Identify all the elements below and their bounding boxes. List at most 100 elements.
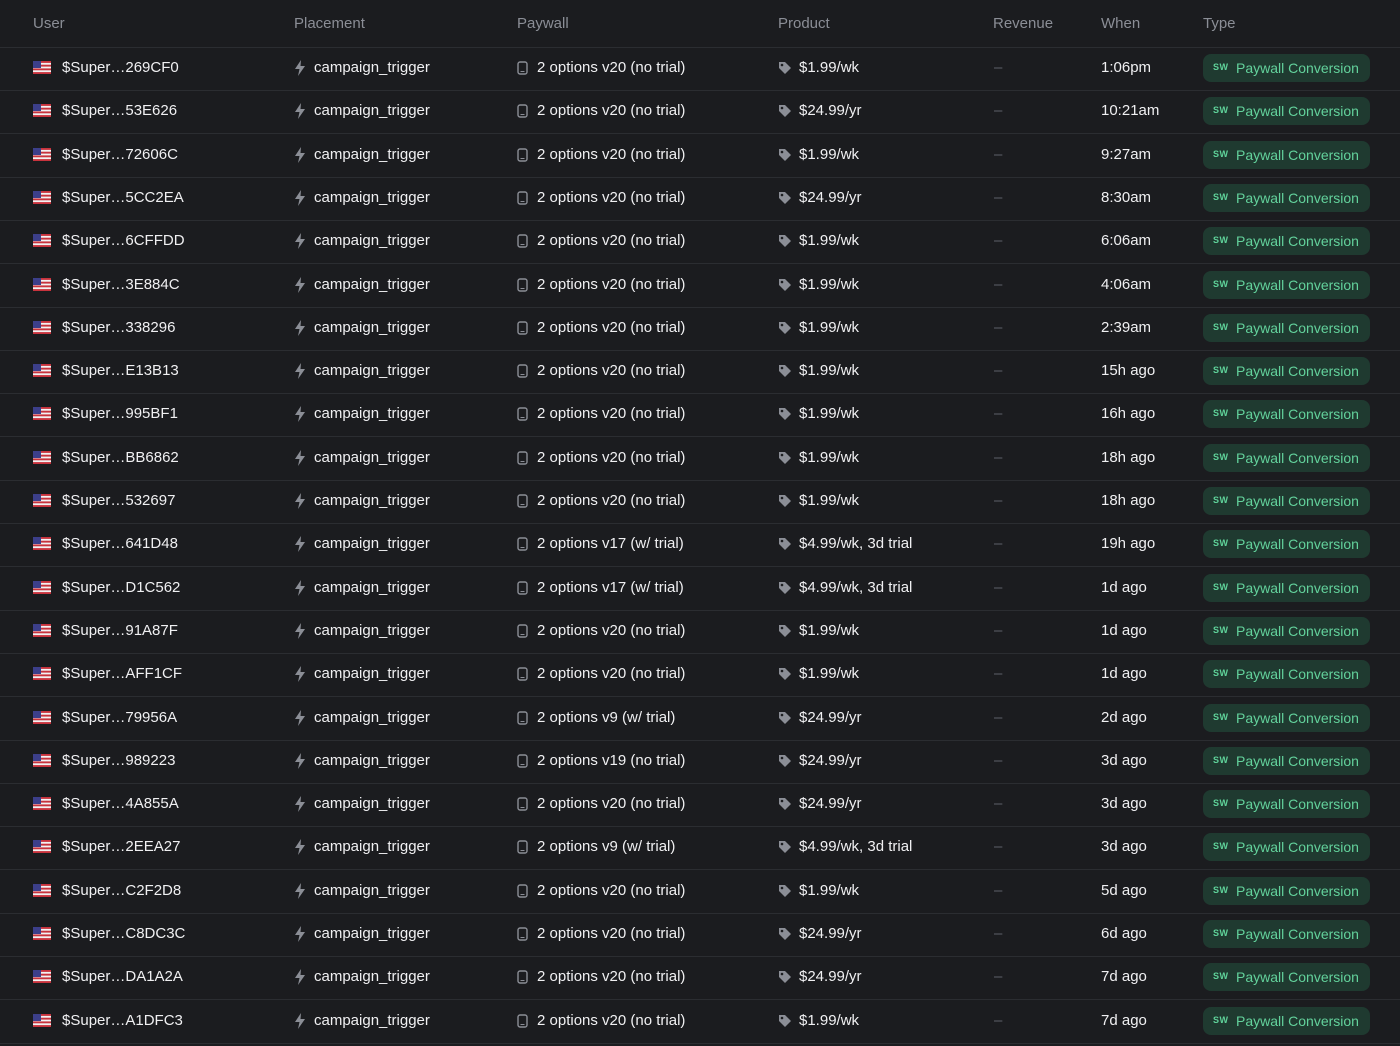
placement-name[interactable]: campaign_trigger xyxy=(314,319,430,336)
placement-name[interactable]: campaign_trigger xyxy=(314,752,430,769)
paywall-name[interactable]: 2 options v20 (no trial) xyxy=(537,925,685,942)
placement-name[interactable]: campaign_trigger xyxy=(314,146,430,163)
user-id[interactable]: $Super…532697 xyxy=(62,492,175,509)
product-name[interactable]: $4.99/wk, 3d trial xyxy=(799,838,912,855)
user-id[interactable]: $Super…D1C562 xyxy=(62,579,180,596)
type-badge[interactable]: SW Paywall Conversion xyxy=(1203,140,1370,169)
placement-name[interactable]: campaign_trigger xyxy=(314,492,430,509)
type-badge[interactable]: SW Paywall Conversion xyxy=(1203,530,1370,559)
type-badge[interactable]: SW Paywall Conversion xyxy=(1203,703,1370,732)
placement-name[interactable]: campaign_trigger xyxy=(314,535,430,552)
product-name[interactable]: $1.99/wk xyxy=(799,622,859,639)
product-name[interactable]: $24.99/yr xyxy=(799,102,862,119)
product-name[interactable]: $1.99/wk xyxy=(799,1012,859,1029)
paywall-name[interactable]: 2 options v20 (no trial) xyxy=(537,59,685,76)
type-badge[interactable]: SW Paywall Conversion xyxy=(1203,833,1370,862)
type-badge[interactable]: SW Paywall Conversion xyxy=(1203,920,1370,948)
type-badge[interactable]: SW Paywall Conversion xyxy=(1203,443,1370,472)
paywall-name[interactable]: 2 options v20 (no trial) xyxy=(537,146,685,163)
paywall-name[interactable]: 2 options v20 (no trial) xyxy=(537,232,685,249)
table-row[interactable]: $Super…3E884C campaign_trigger 2 options… xyxy=(0,264,1400,308)
column-header-product[interactable]: Product xyxy=(778,15,830,32)
user-id[interactable]: $Super…4A855A xyxy=(62,795,179,812)
paywall-name[interactable]: 2 options v20 (no trial) xyxy=(537,492,685,509)
type-badge[interactable]: SW Paywall Conversion xyxy=(1203,616,1370,645)
placement-name[interactable]: campaign_trigger xyxy=(314,276,430,293)
type-badge[interactable]: SW Paywall Conversion xyxy=(1203,400,1370,429)
user-id[interactable]: $Super…A1DFC3 xyxy=(62,1012,183,1029)
user-id[interactable]: $Super…DA1A2A xyxy=(62,968,183,985)
table-row[interactable]: $Super…BB6862 campaign_trigger 2 options… xyxy=(0,437,1400,481)
placement-name[interactable]: campaign_trigger xyxy=(314,449,430,466)
table-row[interactable]: $Super…AFF1CF campaign_trigger 2 options… xyxy=(0,653,1400,698)
type-badge[interactable]: SW Paywall Conversion xyxy=(1203,227,1370,256)
user-id[interactable]: $Super…6CFFDD xyxy=(62,232,185,249)
table-row[interactable]: $Super…53E626 campaign_trigger 2 options… xyxy=(0,90,1400,135)
table-row[interactable]: $Super…A1DFC3 campaign_trigger 2 options… xyxy=(0,1000,1400,1044)
column-header-type[interactable]: Type xyxy=(1203,15,1236,32)
user-id[interactable]: $Super…79956A xyxy=(62,709,177,726)
product-name[interactable]: $4.99/wk, 3d trial xyxy=(799,535,912,552)
product-name[interactable]: $24.99/yr xyxy=(799,189,862,206)
column-header-placement[interactable]: Placement xyxy=(294,15,365,32)
placement-name[interactable]: campaign_trigger xyxy=(314,59,430,76)
table-row[interactable]: $Super…989223 campaign_trigger 2 options… xyxy=(0,740,1400,784)
paywall-name[interactable]: 2 options v20 (no trial) xyxy=(537,362,685,379)
column-header-user[interactable]: User xyxy=(33,15,65,32)
type-badge[interactable]: SW Paywall Conversion xyxy=(1203,746,1370,775)
table-row[interactable]: $Super…995BF1 campaign_trigger 2 options… xyxy=(0,393,1400,438)
table-row[interactable]: $Super…C8DC3C campaign_trigger 2 options… xyxy=(0,913,1400,957)
user-id[interactable]: $Super…C8DC3C xyxy=(62,925,185,942)
table-row[interactable]: $Super…D1C562 campaign_trigger 2 options… xyxy=(0,567,1400,611)
product-name[interactable]: $1.99/wk xyxy=(799,665,859,682)
table-row[interactable]: $Super…338296 campaign_trigger 2 options… xyxy=(0,307,1400,351)
paywall-name[interactable]: 2 options v20 (no trial) xyxy=(537,795,685,812)
paywall-name[interactable]: 2 options v20 (no trial) xyxy=(537,882,685,899)
product-name[interactable]: $1.99/wk xyxy=(799,405,859,422)
table-row[interactable]: $Super…72606C campaign_trigger 2 options… xyxy=(0,134,1400,178)
product-name[interactable]: $24.99/yr xyxy=(799,709,862,726)
product-name[interactable]: $1.99/wk xyxy=(799,146,859,163)
user-id[interactable]: $Super…72606C xyxy=(62,146,178,163)
type-badge[interactable]: SW Paywall Conversion xyxy=(1203,97,1370,126)
paywall-name[interactable]: 2 options v20 (no trial) xyxy=(537,102,685,119)
paywall-name[interactable]: 2 options v20 (no trial) xyxy=(537,449,685,466)
type-badge[interactable]: SW Paywall Conversion xyxy=(1203,660,1370,689)
type-badge[interactable]: SW Paywall Conversion xyxy=(1203,1006,1370,1035)
product-name[interactable]: $1.99/wk xyxy=(799,449,859,466)
type-badge[interactable]: SW Paywall Conversion xyxy=(1203,573,1370,602)
type-badge[interactable]: SW Paywall Conversion xyxy=(1203,270,1370,299)
table-row[interactable]: $Super…E13B13 campaign_trigger 2 options… xyxy=(0,350,1400,395)
placement-name[interactable]: campaign_trigger xyxy=(314,362,430,379)
product-name[interactable]: $24.99/yr xyxy=(799,968,862,985)
product-name[interactable]: $1.99/wk xyxy=(799,882,859,899)
type-badge[interactable]: SW Paywall Conversion xyxy=(1203,313,1370,342)
type-badge[interactable]: SW Paywall Conversion xyxy=(1203,357,1370,386)
type-badge[interactable]: SW Paywall Conversion xyxy=(1203,487,1370,515)
table-row[interactable]: $Super…5CC2EA campaign_trigger 2 options… xyxy=(0,177,1400,221)
user-id[interactable]: $Super…AFF1CF xyxy=(62,665,182,682)
paywall-name[interactable]: 2 options v19 (no trial) xyxy=(537,752,685,769)
paywall-name[interactable]: 2 options v17 (w/ trial) xyxy=(537,535,684,552)
product-name[interactable]: $4.99/wk, 3d trial xyxy=(799,579,912,596)
column-header-paywall[interactable]: Paywall xyxy=(517,15,569,32)
user-id[interactable]: $Super…3E884C xyxy=(62,276,180,293)
placement-name[interactable]: campaign_trigger xyxy=(314,665,430,682)
placement-name[interactable]: campaign_trigger xyxy=(314,795,430,812)
placement-name[interactable]: campaign_trigger xyxy=(314,405,430,422)
user-id[interactable]: $Super…989223 xyxy=(62,752,175,769)
user-id[interactable]: $Super…995BF1 xyxy=(62,405,178,422)
placement-name[interactable]: campaign_trigger xyxy=(314,232,430,249)
paywall-name[interactable]: 2 options v20 (no trial) xyxy=(537,189,685,206)
table-row[interactable]: $Super…C2F2D8 campaign_trigger 2 options… xyxy=(0,870,1400,914)
user-id[interactable]: $Super…91A87F xyxy=(62,622,178,639)
placement-name[interactable]: campaign_trigger xyxy=(314,1012,430,1029)
paywall-name[interactable]: 2 options v17 (w/ trial) xyxy=(537,579,684,596)
paywall-name[interactable]: 2 options v9 (w/ trial) xyxy=(537,838,675,855)
paywall-name[interactable]: 2 options v20 (no trial) xyxy=(537,968,685,985)
product-name[interactable]: $24.99/yr xyxy=(799,752,862,769)
product-name[interactable]: $1.99/wk xyxy=(799,492,859,509)
user-id[interactable]: $Super…BB6862 xyxy=(62,449,179,466)
user-id[interactable]: $Super…C2F2D8 xyxy=(62,882,181,899)
table-row[interactable]: $Super…2EEA27 campaign_trigger 2 options… xyxy=(0,826,1400,871)
